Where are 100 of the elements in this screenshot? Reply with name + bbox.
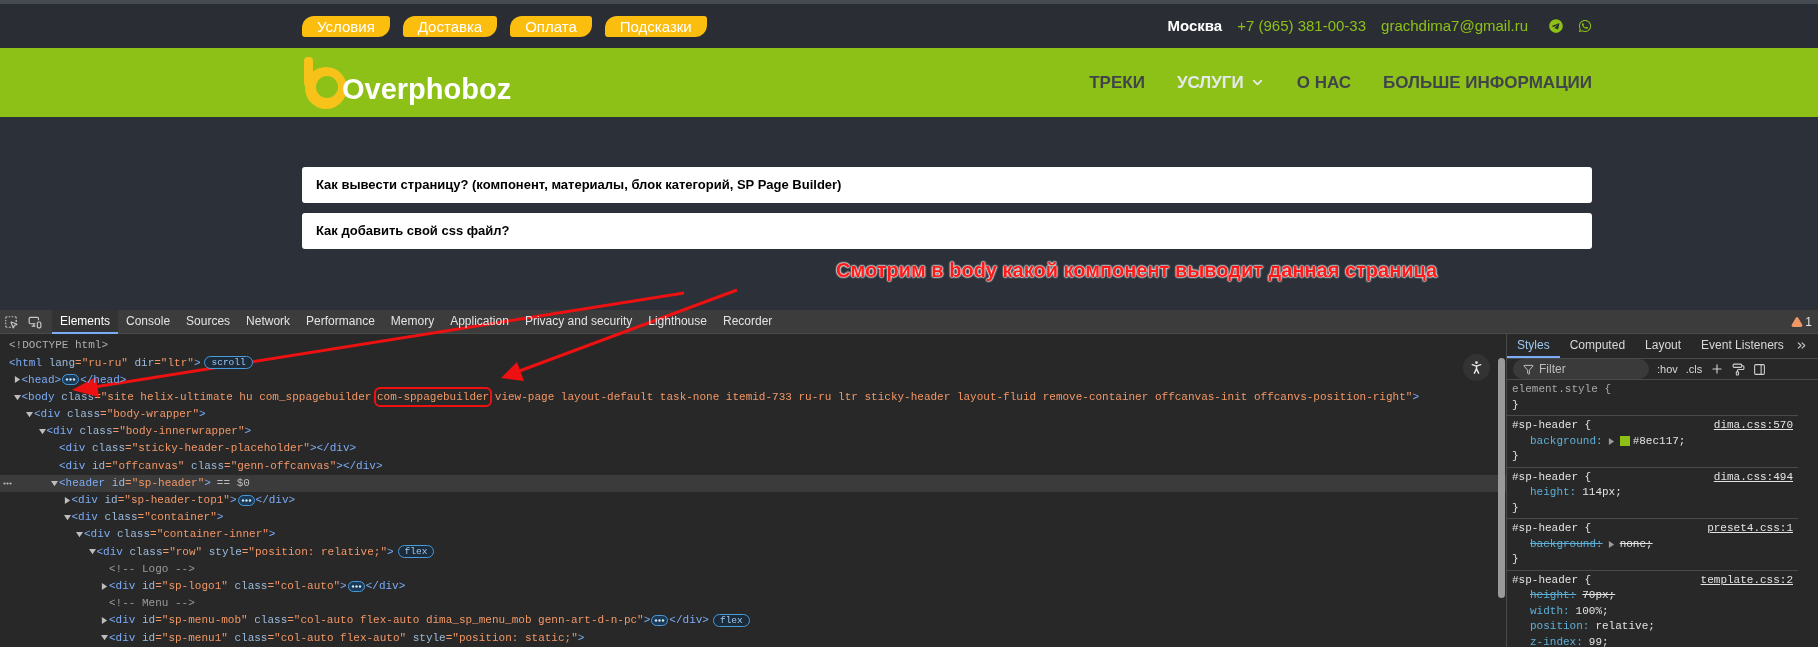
css-value: 99; <box>1588 634 1609 647</box>
devtools-tab[interactable]: Memory <box>382 309 443 334</box>
dom-row[interactable]: <div class="container-inner"> <box>0 526 1506 544</box>
caret-down-icon[interactable] <box>38 428 46 436</box>
styles-tab[interactable]: Event Listeners <box>1691 334 1794 358</box>
caret-right-icon[interactable] <box>101 582 108 590</box>
devtools-tab[interactable]: Elements <box>52 309 119 334</box>
caret-down-icon[interactable] <box>13 393 21 401</box>
dom-row[interactable]: <div class="body-wrapper"> <box>0 405 1506 423</box>
code-text: <div class="container"> <box>71 510 224 526</box>
filter-icon <box>1523 363 1534 375</box>
code-text: <div class="sticky-header-placeholder"> <box>59 441 317 457</box>
dom-row[interactable]: <div id="sp-header-top1"> </div> <box>0 491 1506 509</box>
devtools-tab[interactable]: Performance <box>298 309 383 334</box>
closing-brace: } <box>1512 500 1520 516</box>
css-property: z-index: <box>1530 634 1583 647</box>
ellipsis-icon[interactable] <box>62 374 80 386</box>
dom-row[interactable]: <header id="sp-header"> == $0 <box>0 474 1506 492</box>
styles-tab[interactable]: Layout <box>1635 334 1692 358</box>
question-item[interactable]: Как добавить свой css файл? <box>302 213 1592 249</box>
dom-row[interactable]: <!-- Menu --> <box>0 594 1506 612</box>
dom-row[interactable]: <div class="body-innerwrapper"> <box>0 422 1506 441</box>
devtools-tab[interactable]: Recorder <box>714 309 781 334</box>
dom-badge[interactable]: scroll <box>204 356 253 370</box>
devtools-tab[interactable]: Privacy and security <box>516 309 641 334</box>
paper-plane-icon[interactable] <box>1549 19 1563 33</box>
devtools-tab[interactable]: Console <box>118 309 179 334</box>
closing-tag: </div> <box>316 440 357 457</box>
dom-row[interactable]: <div class="row" style="position: relative;"> flex <box>0 543 1506 561</box>
accessibility-button[interactable] <box>1463 354 1490 381</box>
nav-link[interactable]: БОЛЬШЕ ИНФОРМАЦИИ <box>1383 69 1592 96</box>
sidebar-toggle-icon[interactable] <box>1753 362 1767 376</box>
code-text: <div id="sp-menu-mob" class="col-auto flex-auto dima_sp_menu_mob genn-art-d-n-pc"> <box>109 613 651 629</box>
phone-bubble-icon[interactable] <box>1578 19 1592 33</box>
code-comment: <!-- Logo --> <box>109 561 195 577</box>
caret-right-icon[interactable] <box>63 496 71 504</box>
dom-row[interactable]: <div id="offcanvas" class="genn-offcanvas"></div> <box>0 457 1506 475</box>
paint-roller-icon[interactable] <box>1732 362 1746 376</box>
devtools-tab[interactable]: Sources <box>178 309 239 334</box>
code-text: <body class="site helix-ultimate hu com_sppagebuilder <box>21 389 373 405</box>
dom-row[interactable]: <html lang="ru-ru" dir="ltr"> scroll <box>0 354 1506 372</box>
expand-arrow-icon[interactable] <box>1607 540 1615 548</box>
phone-link[interactable]: +7 (965) 381-00-33 <box>1237 14 1367 38</box>
inspect-icon[interactable] <box>4 314 18 329</box>
devtools-tab[interactable]: Application <box>442 309 517 334</box>
code-text: <header id="sp-header"> <box>59 475 211 491</box>
toggle-button[interactable]: .cls <box>1685 360 1703 378</box>
toggle-button[interactable]: :hov <box>1657 360 1678 378</box>
device-icon[interactable] <box>28 314 42 329</box>
ellipsis-icon[interactable] <box>237 494 255 506</box>
caret-down-icon[interactable] <box>51 479 58 487</box>
code-text: <div id="sp-menu1" class="col-auto flex-auto" style="position: static;"> <box>109 630 585 646</box>
dom-badge[interactable]: flex <box>397 545 435 559</box>
nav-link[interactable]: ТРЕКИ <box>1089 69 1145 96</box>
code-text: <html lang="ru-ru" dir="ltr"> <box>9 355 201 371</box>
caret-down-icon[interactable] <box>76 531 83 539</box>
code-text: <div class="body-wrapper"> <box>34 407 206 423</box>
dom-row[interactable]: <div id="sp-menu1" class="col-auto flex-auto" style="position: static;"> <box>0 629 1506 647</box>
dom-row[interactable]: <!-- Logo --> <box>0 560 1506 578</box>
caret-down-icon[interactable] <box>88 548 96 556</box>
code-text: <div class="body-innerwrapper"> <box>46 424 252 440</box>
source-link[interactable]: dima.css:570 <box>1713 418 1793 434</box>
css-property: background: <box>1530 433 1603 449</box>
closing-tag: </div> <box>669 612 709 629</box>
css-selector: #sp-header { <box>1512 418 1592 433</box>
warning-icon[interactable] <box>1791 315 1804 328</box>
dom-row[interactable]: <div id="sp-logo1" class="col-auto"> </div> <box>0 577 1506 595</box>
source-link[interactable]: template.css:2 <box>1700 572 1793 588</box>
source-link[interactable]: dima.css:494 <box>1713 469 1793 485</box>
plus-icon[interactable] <box>1710 362 1725 376</box>
caret-down-icon[interactable] <box>63 513 71 521</box>
source-link[interactable]: preset4.css:1 <box>1707 521 1793 537</box>
caret-right-icon[interactable] <box>101 617 108 625</box>
code-text: <div id="offcanvas" class="genn-offcanvas"> <box>59 458 343 474</box>
styles-tab[interactable]: Computed <box>1559 334 1636 358</box>
color-swatch[interactable] <box>1619 436 1630 447</box>
expand-arrow-icon[interactable] <box>1607 437 1615 445</box>
dom-row[interactable]: <div id="sp-menu-mob" class="col-auto flex-auto dima_sp_menu_mob genn-art-d-n-pc"> </div> flex <box>0 612 1506 630</box>
dom-badge[interactable]: flex <box>712 614 750 628</box>
caret-down-icon[interactable] <box>26 410 33 418</box>
code-text: <head> <box>21 372 62 388</box>
warning-count[interactable]: 1 <box>1805 312 1812 331</box>
annotation-text: Смотрим в body какой компонент выводит данная страница <box>836 258 1438 283</box>
devtools-tab[interactable]: Network <box>238 309 299 334</box>
scrollbar[interactable] <box>1498 358 1505 598</box>
dom-row[interactable]: <div class="container"> <box>0 508 1506 527</box>
dom-row[interactable]: <div class="sticky-header-placeholder"></div> <box>0 440 1506 458</box>
css-value: #8ec117; <box>1632 433 1686 449</box>
circled-code-text: com-sppagebuilder <box>374 386 493 408</box>
dom-row[interactable]: <!DOCTYPE html> <box>0 337 1506 355</box>
code-text: view-page layout-default task-none itemid-733 ru-ru ltr sticky-header layout-fluid remove-container offcanvas-init offcanvs-position-right"> <box>493 389 1419 405</box>
css-property: width: <box>1530 603 1570 619</box>
caret-down-icon[interactable] <box>101 634 108 642</box>
ellipsis-icon[interactable] <box>347 580 365 592</box>
ellipsis-icon[interactable] <box>651 615 669 627</box>
question-item[interactable]: Как вывести страницу? (компонент, материалы, блок категорий, SP Page Builder) <box>302 167 1592 203</box>
filter-field[interactable]: Filter <box>1513 359 1649 379</box>
caret-right-icon[interactable] <box>13 376 21 384</box>
nav-link[interactable]: О НАС <box>1296 69 1352 96</box>
email-link[interactable]: grachdima7@gmail.ru <box>1381 14 1528 38</box>
